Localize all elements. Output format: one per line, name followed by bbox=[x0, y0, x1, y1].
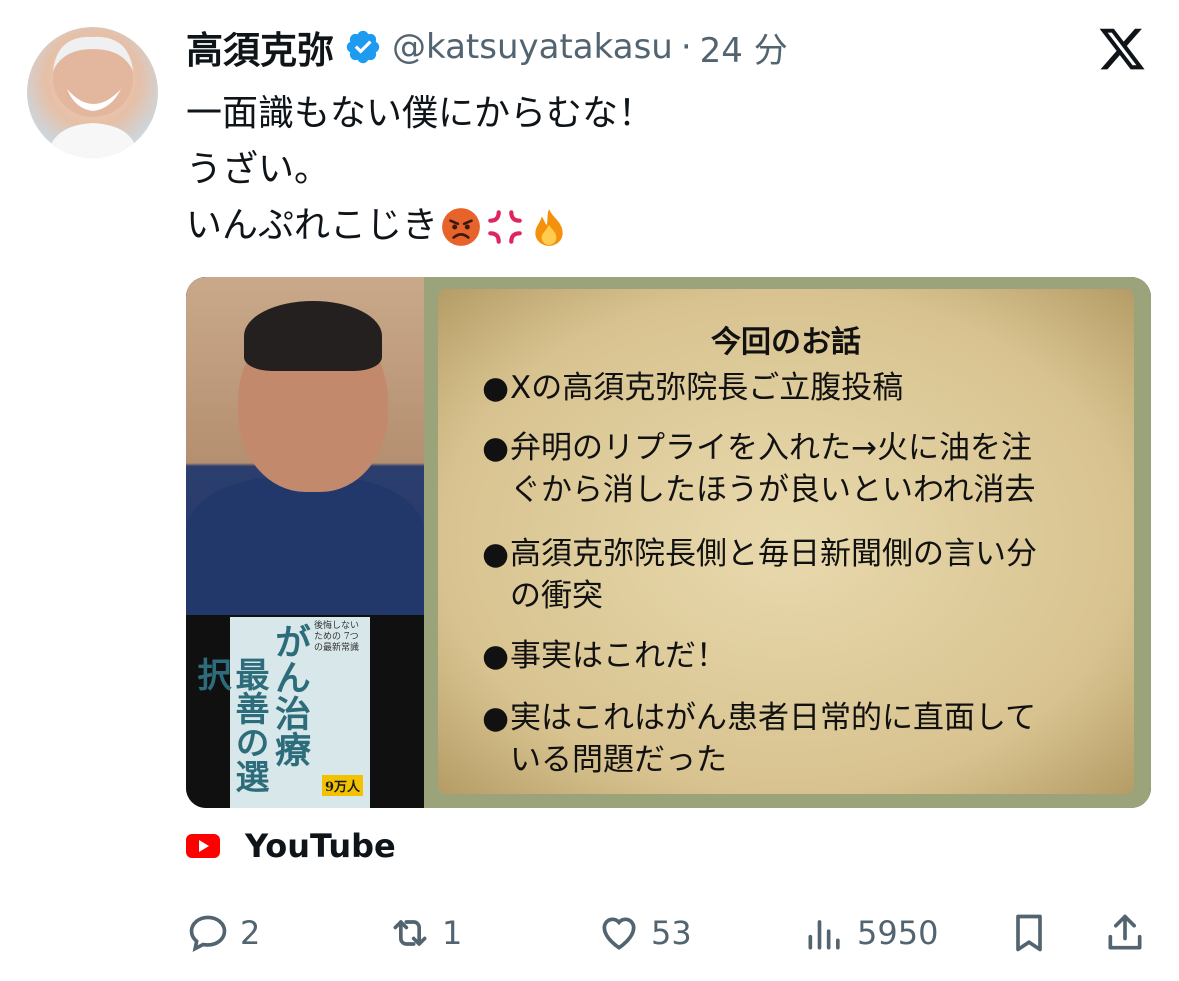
repost-count: 1 bbox=[442, 914, 463, 952]
video-presenter bbox=[186, 277, 424, 615]
post-text: 一面識もない僕にからむな！ うざい。 いんぷれこじき bbox=[186, 86, 654, 254]
slide-bullet: ● 実はこれはがん患者日常的に直面して bbox=[482, 700, 1037, 736]
action-bar: 2 1 53 5950 bbox=[0, 905, 1179, 961]
slide-title: 今回のお話 bbox=[711, 325, 861, 360]
avatar-photo bbox=[47, 36, 139, 158]
author-name[interactable]: 高須克弥 bbox=[186, 20, 334, 74]
share-icon bbox=[1108, 914, 1142, 950]
reply-icon bbox=[189, 915, 227, 952]
parchment: 今回のお話 ● Xの高須克弥院長ご立腹投稿 ● 弁明のリプライを入れた→火に油を注 … bbox=[438, 289, 1134, 794]
book-title-2: がん治療 bbox=[269, 623, 311, 767]
reply-count: 2 bbox=[240, 914, 261, 952]
bookmark-button[interactable] bbox=[1007, 905, 1051, 961]
slide-bullet: ● 事実はこれだ！ bbox=[482, 638, 727, 674]
repost-button[interactable]: 1 bbox=[388, 905, 462, 961]
slide-bullet: ● 高須克弥院長側と毎日新聞側の言い分 bbox=[482, 536, 1037, 572]
repost-icon bbox=[393, 920, 427, 946]
views-count: 5950 bbox=[857, 914, 939, 952]
like-count: 53 bbox=[651, 914, 692, 952]
slide-bullet-cont: ぐから消したほうが良いといわれ消去 bbox=[510, 472, 1036, 508]
book-cover: 最善の選択 がん治療 後悔しない ための 7つの最新常識 9万人 bbox=[191, 617, 370, 808]
like-button[interactable]: 53 bbox=[597, 905, 692, 961]
post-header: 高須克弥 @katsuyatakasu · 24 分 bbox=[186, 22, 788, 72]
author-handle[interactable]: @katsuyatakasu bbox=[392, 27, 673, 67]
header-separator: · bbox=[680, 27, 692, 67]
post-text-line: うざい。 bbox=[186, 149, 331, 190]
slide-bullet: ● 弁明のリプライを入れた→火に油を注 bbox=[482, 430, 1032, 466]
verified-badge-icon bbox=[346, 30, 380, 64]
youtube-icon bbox=[186, 834, 220, 858]
post-timestamp[interactable]: 24 分 bbox=[700, 23, 788, 72]
anger-symbol-emoji-icon bbox=[488, 210, 522, 244]
x-logo-icon[interactable] bbox=[1096, 24, 1148, 74]
video-thumbnail-left: 最善の選択 がん治療 後悔しない ための 7つの最新常識 9万人 bbox=[186, 277, 424, 808]
book-title-1: 最善の選択 bbox=[191, 657, 269, 793]
views-button[interactable]: 5950 bbox=[803, 905, 938, 961]
card-source[interactable]: YouTube bbox=[186, 826, 396, 866]
slide-panel: 今回のお話 ● Xの高須克弥院長ご立腹投稿 ● 弁明のリプライを入れた→火に油を注 … bbox=[424, 277, 1151, 808]
angry-face-emoji-icon bbox=[442, 208, 480, 246]
author-avatar[interactable] bbox=[27, 27, 158, 158]
slide-bullet-cont: の衝突 bbox=[510, 578, 603, 614]
slide-bullet: ● Xの高須克弥院長ご立腹投稿 bbox=[482, 370, 904, 406]
share-button[interactable] bbox=[1103, 905, 1147, 961]
post-text-line-content: いんぷれこじき bbox=[186, 205, 439, 246]
views-icon bbox=[808, 920, 840, 950]
book-subtitle: 後悔しない ための 7つの最新常識 bbox=[314, 621, 360, 653]
reply-button[interactable]: 2 bbox=[186, 905, 260, 961]
post-text-line: 一面識もない僕にからむな！ bbox=[186, 93, 655, 134]
bookmark-icon bbox=[1016, 914, 1042, 952]
youtube-link-card[interactable]: 最善の選択 がん治療 後悔しない ための 7つの最新常識 9万人 今回のお話 ●… bbox=[186, 277, 1151, 808]
fire-emoji-icon bbox=[535, 209, 563, 246]
source-label: YouTube bbox=[245, 827, 396, 865]
book-badge: 9万人 bbox=[322, 775, 364, 796]
post-text-line: いんぷれこじき bbox=[186, 198, 654, 254]
heart-icon bbox=[602, 917, 636, 950]
slide-bullet-cont: いる問題だった bbox=[510, 742, 727, 778]
